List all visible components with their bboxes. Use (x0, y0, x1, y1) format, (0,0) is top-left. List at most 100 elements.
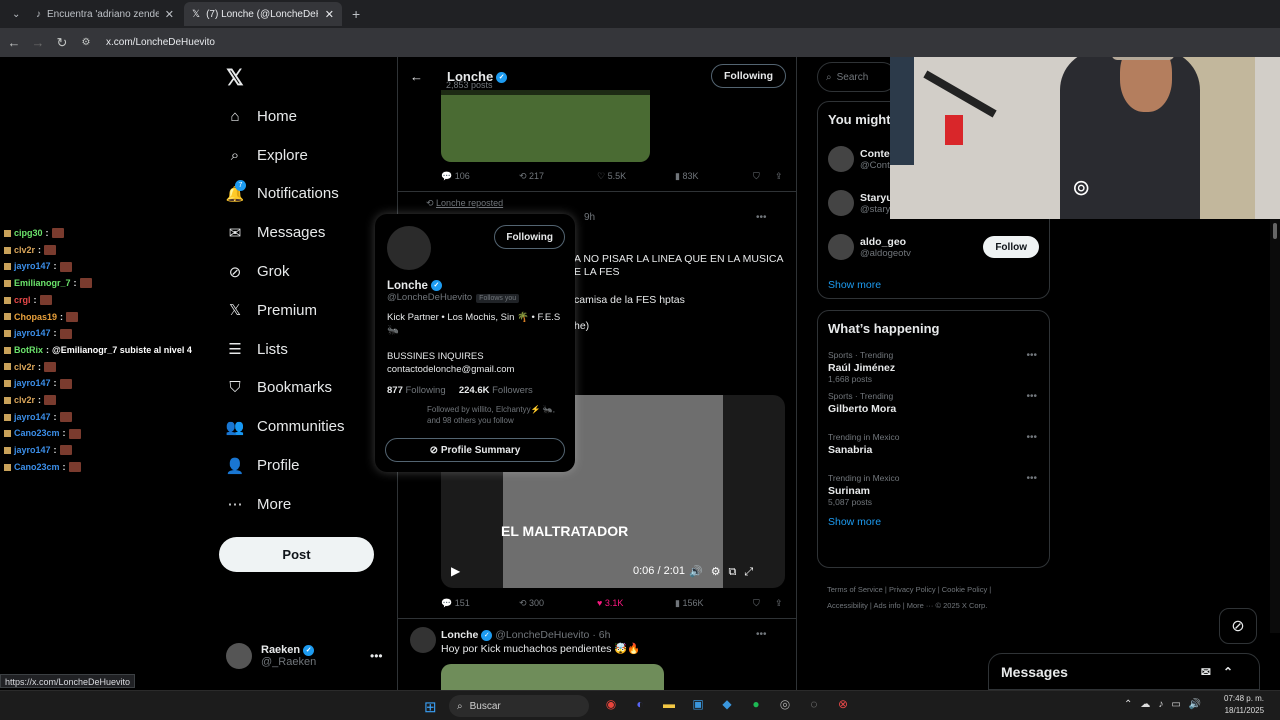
url-field[interactable]: x.com/LoncheDeHuevito (106, 37, 215, 48)
folder-icon[interactable]: ▬ (661, 697, 677, 711)
like-count: 5.5K (607, 171, 627, 181)
reload-icon[interactable]: ↻ (50, 35, 74, 51)
system-tray[interactable]: ⌃☁♪▭🔊 (1124, 699, 1209, 710)
taskbar-search[interactable]: ⌕ Buscar (449, 695, 589, 717)
sidebar-item-more[interactable]: ⋯ More (226, 485, 345, 524)
like-button[interactable]: ♡ 5.5K (597, 171, 626, 182)
views-button[interactable]: ▮ 156K (675, 598, 703, 609)
app-icon[interactable]: ◆ (719, 697, 735, 711)
footer-line[interactable]: Terms of Service | Privacy Policy | Cook… (827, 582, 1047, 598)
sidebar-item-lists[interactable]: ☰ Lists (226, 330, 345, 369)
trend-item[interactable]: Trending in Mexico Surinam 5,087 posts ••• (818, 469, 1049, 510)
tweet-image[interactable] (441, 664, 664, 690)
app-icon[interactable]: ◎ (777, 697, 793, 711)
discord-icon[interactable]: ◐ (632, 697, 648, 711)
following-button[interactable]: Following (711, 64, 786, 88)
search-input[interactable]: ⌕ Search (817, 62, 897, 92)
trend-item[interactable]: Trending in Mexico Sanabria ••• (818, 428, 1049, 469)
more-icon[interactable]: ••• (1026, 391, 1037, 402)
footer-line[interactable]: Accessibility | Ads info | More ··· © 20… (827, 598, 1047, 614)
spotify-icon[interactable]: ● (748, 697, 764, 711)
scrollbar-thumb[interactable] (1273, 223, 1277, 239)
bookmark-icon[interactable]: ⛉ (753, 171, 760, 182)
site-info-icon[interactable]: ⚙ (74, 37, 98, 48)
avatar[interactable] (828, 190, 854, 216)
store-icon[interactable]: ▣ (690, 697, 706, 711)
x-logo-icon[interactable]: 𝕏 (226, 65, 244, 91)
post-button[interactable]: Post (219, 537, 374, 572)
sidebar-item-grok[interactable]: ⊘ Grok (226, 252, 345, 291)
who-to-follow-row[interactable]: aldo_geo @aldogeotv Follow (818, 225, 1049, 269)
windows-start-icon[interactable]: ⊞ (424, 698, 440, 716)
followers-count-link[interactable]: 224.6K Followers (459, 385, 533, 396)
sidebar-item-premium[interactable]: 𝕏 Premium (226, 291, 345, 330)
tweet-handle[interactable]: @LoncheDeHuevito (495, 629, 589, 641)
repost-label[interactable]: Lonche reposted (436, 198, 503, 208)
sidebar-item-notifications[interactable]: 🔔 7 Notifications (226, 175, 345, 214)
who-to-follow-name[interactable]: aldo_geo (860, 236, 906, 248)
following-button[interactable]: Following (494, 225, 565, 249)
close-icon[interactable]: ✕ (325, 8, 334, 21)
avatar[interactable] (828, 234, 854, 260)
trend-item[interactable]: Sports · Trending Gilberto Mora ••• (818, 387, 1049, 428)
avatar[interactable] (410, 627, 436, 653)
tweet-author[interactable]: Lonche (441, 629, 478, 641)
account-switcher[interactable]: Raeken ✓ @_Raeken (226, 643, 316, 669)
scrollbar[interactable] (1270, 219, 1280, 633)
app-icon[interactable]: ⊗ (835, 697, 851, 711)
reply-button[interactable]: 💬 151 (441, 598, 470, 609)
trend-item[interactable]: Sports · Trending Raúl Jiménez 1,668 posts… (818, 346, 1049, 387)
more-icon[interactable]: ••• (370, 649, 383, 663)
sidebar-item-explore[interactable]: ⌕ Explore (226, 136, 345, 175)
more-icon[interactable]: ••• (756, 212, 767, 223)
sidebar-item-messages[interactable]: ✉ Messages (226, 213, 345, 252)
show-more-link[interactable]: Show more (818, 269, 1049, 301)
show-more-link[interactable]: Show more (818, 510, 1049, 538)
repost-button[interactable]: ⟲ 300 (519, 598, 544, 609)
more-icon[interactable]: ••• (1026, 473, 1037, 484)
tweet-image[interactable] (441, 90, 650, 162)
tweet-time[interactable]: 6h (599, 629, 611, 641)
profile-summary-button[interactable]: ⊘ Profile Summary (385, 438, 565, 462)
more-icon[interactable]: ••• (1026, 350, 1037, 361)
avatar[interactable] (828, 146, 854, 172)
bookmark-icon[interactable]: ⛉ (753, 598, 760, 609)
sidebar-item-profile[interactable]: 👤 Profile (226, 446, 345, 485)
who-to-follow-name[interactable]: Staryu (860, 192, 893, 204)
like-button[interactable]: ♥ 3.1K (597, 598, 623, 608)
grok-icon[interactable]: ⊘ (1219, 608, 1257, 644)
close-icon[interactable]: ✕ (165, 8, 174, 21)
messages-dock-icons[interactable]: ✉︎⌃ (1201, 665, 1245, 679)
follow-button[interactable]: Follow (983, 236, 1039, 258)
back-icon[interactable]: ← (2, 35, 26, 50)
sidebar-item-home[interactable]: ⌂ Home (226, 97, 345, 136)
new-tab-button[interactable]: + (344, 2, 364, 26)
clock[interactable]: 07:48 p. m. 18/11/2025 (1224, 693, 1264, 717)
share-icon[interactable]: ⇪ (775, 598, 783, 609)
tab-search[interactable]: ♪ Encuentra 'adriano zendejas lo ✕ (28, 2, 182, 26)
chrome-icon[interactable]: ◉ (603, 697, 619, 711)
followed-by-text[interactable]: Followed by willito, Elchantyy⚡ 🐜, and 9… (427, 404, 563, 426)
app-icon[interactable]: ◌ (806, 697, 822, 711)
tab-list-button[interactable]: ⌄ (4, 2, 22, 26)
tweet-time[interactable]: 9h (584, 212, 595, 223)
play-icon[interactable]: ▶ (451, 564, 460, 578)
more-icon[interactable]: ••• (1026, 432, 1037, 443)
views-button[interactable]: ▮ 83K (675, 171, 698, 182)
repost-button[interactable]: ⟲ 217 (519, 171, 544, 182)
following-count-link[interactable]: 877 Following (387, 385, 446, 396)
who-to-follow-name[interactable]: Conte (860, 148, 890, 160)
hovercard-name[interactable]: Lonche (387, 280, 428, 292)
avatar[interactable] (387, 226, 431, 270)
tab-x-profile[interactable]: 𝕏 (7) Lonche (@LoncheDeHuevito ✕ (184, 2, 342, 26)
reply-button[interactable]: 💬 106 (441, 171, 470, 182)
sidebar-item-communities[interactable]: 👥 Communities (226, 407, 345, 446)
messages-dock[interactable]: Messages ✉︎⌃ (988, 653, 1260, 690)
forward-icon[interactable]: → (26, 35, 50, 50)
share-icon[interactable]: ⇪ (775, 171, 783, 182)
more-icon[interactable]: ••• (756, 629, 767, 640)
sidebar-item-bookmarks[interactable]: ⛉ Bookmarks (226, 369, 345, 408)
video-controls[interactable]: 🔊⚙⧉⤢ (689, 565, 761, 579)
back-arrow-icon[interactable]: ← (410, 69, 423, 84)
hovercard-handle[interactable]: @LoncheDeHuevito (387, 292, 472, 303)
